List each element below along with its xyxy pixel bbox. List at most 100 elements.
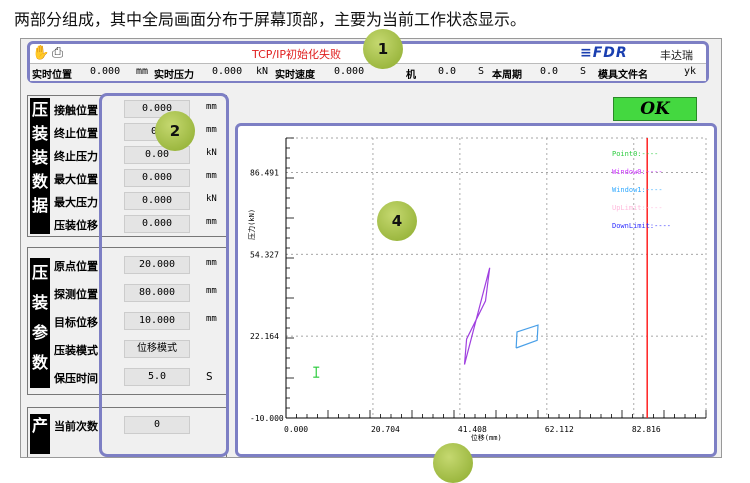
row-value[interactable]: 20.000 (124, 256, 190, 274)
x-tick-label: 41.408 (458, 425, 487, 434)
fdr-logo: ≡FDR (580, 45, 628, 61)
left-data-panel: 压 装 装 数 据 接触位置0.000mm 终止位置0.mm 终止压力0.00k… (27, 95, 228, 457)
row-label: 最大压力 (54, 196, 98, 209)
chart-grid (285, 137, 707, 419)
row-value[interactable]: 5.0 (124, 368, 190, 386)
y-tick-label: 22.164 (250, 332, 279, 341)
y-axis-label: 压力(kN) (247, 209, 256, 240)
row-label: 接触位置 (54, 104, 98, 117)
curve-chart-panel: 0.000 20.704 41.408 62.112 82.816 86.491 54.32… (235, 123, 717, 457)
press-params-title: 压 装 参 数 (30, 258, 50, 388)
readout-value: 0.000 (212, 66, 243, 77)
readout-label: 机 (406, 70, 416, 81)
callout-badge-2: 2 (155, 111, 195, 151)
row-unit: mm (206, 314, 217, 324)
data-row-max-position: 最大位置 0.000 mm (54, 167, 226, 189)
row-value: 0 (124, 416, 190, 434)
legend-entry: Window1:---- (612, 186, 663, 194)
logo-text: FDR (592, 45, 628, 61)
row-unit: mm (206, 217, 217, 227)
row-label: 终止位置 (54, 127, 98, 140)
x-tick-label: 62.112 (545, 425, 574, 434)
row-label: 探测位置 (54, 288, 98, 301)
chart-legend: Point0:---- Window0:---- Window1:---- UpLim… (612, 150, 671, 230)
row-unit: S (206, 370, 213, 383)
y-tick-label: 54.327 (250, 250, 279, 259)
row-label: 压装位移 (54, 219, 98, 232)
press-params-group: 压 装 参 数 原点位置 20.000 mm 探测位置 80.000 mm 目标位移 10… (27, 247, 227, 395)
readout-value: 0.000 (90, 66, 121, 77)
title-char: 装 (31, 148, 48, 167)
readout-label: 本周期 (492, 70, 522, 81)
data-row-contact-position: 接触位置 0.000 mm (54, 98, 226, 120)
row-label: 最大位置 (54, 173, 98, 186)
data-row-end-position: 终止位置0.mm (54, 121, 226, 143)
press-data-group: 压 装 装 数 据 接触位置0.000mm 终止位置0.mm 终止压力0.00k… (27, 95, 227, 237)
chart-series (313, 138, 648, 418)
series-line-window0 (463, 267, 491, 365)
status-message: TCP/IP初始化失败 (252, 48, 341, 61)
press-data-title: 压 装 装 数 据 (30, 98, 50, 234)
readout-value: yk (684, 66, 697, 77)
hand-icon[interactable]: ✋ (32, 45, 49, 61)
callout-badge-4: 4 (377, 201, 417, 241)
x-axis-label: 位移(mm) (471, 433, 502, 442)
legend-entry: Point0:---- (612, 150, 658, 158)
row-value: 0.000 (124, 169, 190, 187)
chart-axes: 0.000 20.704 41.408 62.112 82.816 86.491 54.32… (247, 137, 707, 442)
row-value[interactable]: 10.000 (124, 312, 190, 330)
readout-label: 模具文件名 (598, 70, 648, 81)
row-value[interactable]: 80.000 (124, 284, 190, 302)
param-row-origin-position[interactable]: 原点位置 20.000 mm (54, 254, 226, 276)
readout-unit: kN (256, 66, 269, 77)
legend-entry: Window0:---- (612, 168, 663, 176)
y-tick-label: -10.000 (250, 414, 284, 423)
production-title: 产 (30, 414, 50, 454)
title-char: 数 (31, 172, 48, 191)
title-char: 据 (31, 196, 48, 215)
row-value: 0.000 (124, 215, 190, 233)
param-row-press-mode[interactable]: 压装模式 位移模式 (54, 338, 226, 360)
param-row-hold-time[interactable]: 保压时间 5.0 S (54, 366, 226, 388)
title-char: 产 (31, 416, 48, 435)
brand-name: 丰达瑞 (660, 49, 693, 62)
row-label: 保压时间 (54, 372, 98, 385)
title-char: 参 (31, 323, 48, 342)
realtime-readouts: 实时位置 0.000 mm 实时压力 0.000 kN 实时速度 0.000 机… (30, 64, 706, 81)
row-unit: kN (206, 194, 217, 204)
printer-icon[interactable]: ⎙ (52, 44, 70, 62)
title-char: 压 (31, 100, 48, 119)
data-row-press-displacement: 压装位移 0.000 mm (54, 213, 226, 235)
row-label: 目标位移 (54, 316, 98, 329)
data-row-max-pressure: 最大压力 0.000 kN (54, 190, 226, 212)
row-label: 当前次数 (54, 420, 98, 433)
app-window: ✋ ⎙ TCP/IP初始化失败 ≡FDR 丰达瑞 实时位置 0.000 mm 实… (20, 29, 722, 483)
row-unit: mm (206, 125, 217, 135)
readout-value: 0.0 (438, 66, 457, 77)
prod-row-current-count: 当前次数 0 (54, 414, 226, 436)
param-row-target-displacement[interactable]: 目标位移 10.000 mm (54, 310, 226, 332)
legend-entry: DownLimit:---- (612, 222, 671, 230)
title-char: 装 (31, 293, 48, 312)
press-mode-select[interactable]: 位移模式 (124, 340, 190, 358)
row-label: 原点位置 (54, 260, 98, 273)
row-unit: mm (206, 102, 217, 112)
row-label: 终止压力 (54, 150, 98, 163)
readout-unit: S (478, 66, 485, 77)
data-row-end-pressure: 终止压力 0.00 kN (54, 144, 226, 166)
row-unit: mm (206, 171, 217, 181)
row-unit: mm (206, 258, 217, 268)
x-tick-label: 82.816 (632, 425, 661, 434)
readout-label: 实时压力 (154, 70, 194, 81)
y-tick-label: 86.491 (250, 168, 279, 177)
ok-button[interactable]: OK (613, 97, 697, 121)
row-unit: mm (206, 286, 217, 296)
row-label: 压装模式 (54, 344, 98, 357)
legend-entry: UpLimit:---- (612, 204, 663, 212)
callout-badge-1: 1 (363, 29, 403, 69)
x-tick-label: 0.000 (284, 425, 308, 434)
param-row-probe-position[interactable]: 探测位置 80.000 mm (54, 282, 226, 304)
title-char: 数 (31, 353, 48, 372)
row-unit: kN (206, 148, 217, 158)
readout-label: 实时位置 (32, 70, 72, 81)
